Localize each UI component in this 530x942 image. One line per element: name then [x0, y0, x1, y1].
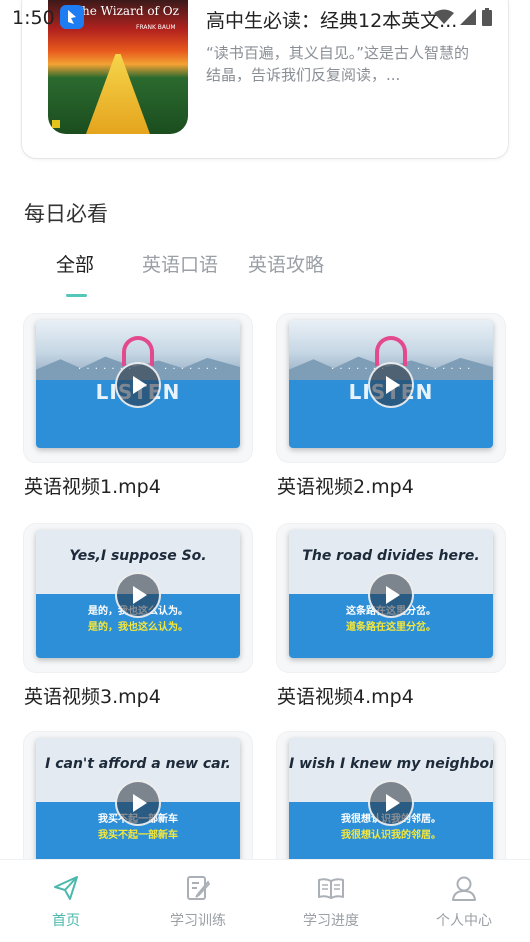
bottom-nav: 首页 学习训练 学习进度 个人中心 [0, 860, 530, 942]
app-notification-icon [60, 5, 84, 29]
cover-badge [52, 120, 60, 128]
wifi-icon [434, 9, 454, 24]
thumbnail-screen: The road divides here. 这条路在这里分岔。 道条路在这里分… [289, 530, 493, 658]
play-icon[interactable] [115, 572, 161, 618]
thumbnail-chinese-line-2: 我买不起一部新车 [98, 830, 178, 841]
thumbnail-screen: · · · · · · · · · · · · · · LISTEN [36, 320, 240, 448]
book-cover-author: FRANK BAUM [136, 24, 176, 31]
thumbnail-chinese-line-2: 道条路在这里分岔。 [346, 622, 436, 633]
nav-home-label: 首页 [52, 913, 80, 929]
thumbnail-screen: I wish I knew my neighbor. 我很想认识我的邻居。 我很… [289, 738, 493, 866]
thumbnail-screen: Yes,I suppose So. 是的，我也这么认为。 是的，我也这么认为。 [36, 530, 240, 658]
tab-active-indicator [66, 294, 87, 297]
status-time: 1:50 [12, 7, 55, 29]
status-indicators [434, 8, 492, 26]
thumbnail-chinese-line-2: 我很想认识我的邻居。 [341, 830, 441, 841]
play-icon[interactable] [368, 572, 414, 618]
paper-plane-icon [54, 876, 78, 900]
video-thumbnail[interactable]: · · · · · · · · · · · · · · LISTEN [277, 314, 505, 462]
play-icon[interactable] [368, 780, 414, 826]
video-name[interactable]: 英语视频4.mp4 [277, 682, 414, 709]
section-title: 每日必看 [24, 202, 108, 226]
thumbnail-chinese-line-2: 是的，我也这么认为。 [88, 622, 188, 633]
book-cover-title: The Wizard of Oz [74, 4, 179, 18]
signal-icon [460, 9, 476, 25]
thumbnail-screen: · · · · · · · · · · · · · · LISTEN [289, 320, 493, 448]
category-tabs: 全部 英语口语 英语攻略 [0, 250, 530, 300]
nav-home[interactable]: 首页 [11, 874, 121, 930]
video-thumbnail[interactable]: The road divides here. 这条路在这里分岔。 道条路在这里分… [277, 524, 505, 672]
nav-training[interactable]: 学习训练 [143, 874, 253, 930]
battery-icon [482, 8, 492, 26]
play-icon[interactable] [115, 780, 161, 826]
nav-profile-label: 个人中心 [436, 913, 492, 929]
video-thumbnail[interactable]: I wish I knew my neighbor. 我很想认识我的邻居。 我很… [277, 732, 505, 880]
user-icon [452, 876, 476, 901]
cover-road-graphic [86, 54, 150, 134]
video-name[interactable]: 英语视频2.mp4 [277, 472, 414, 499]
nav-progress[interactable]: 学习进度 [276, 874, 386, 930]
tab-english-guide[interactable]: 英语攻略 [248, 250, 324, 277]
book-description: “读书百遍，其义自见。”这是古人智慧的结晶，告诉我们反复阅读，... [206, 44, 470, 84]
nav-progress-label: 学习进度 [303, 913, 359, 929]
nav-training-label: 学习训练 [170, 913, 226, 929]
play-icon[interactable] [368, 362, 414, 408]
tab-all[interactable]: 全部 [56, 250, 94, 277]
play-icon[interactable] [115, 362, 161, 408]
video-name[interactable]: 英语视频1.mp4 [24, 472, 161, 499]
thumbnail-english-phrase: The road divides here. [302, 548, 480, 564]
edit-note-icon [187, 876, 211, 900]
video-thumbnail[interactable]: Yes,I suppose So. 是的，我也这么认为。 是的，我也这么认为。 [24, 524, 252, 672]
thumbnail-english-phrase: Yes,I suppose So. [69, 548, 207, 564]
open-book-icon [318, 878, 344, 899]
video-thumbnail[interactable]: · · · · · · · · · · · · · · LISTEN [24, 314, 252, 462]
nav-profile[interactable]: 个人中心 [409, 874, 519, 930]
thumbnail-screen: I can't afford a new car. 我买不起一部新车 我买不起一… [36, 738, 240, 866]
thumbnail-english-phrase: I can't afford a new car. [45, 756, 231, 772]
thumbnail-english-phrase: I wish I knew my neighbor. [289, 756, 493, 772]
video-thumbnail[interactable]: I can't afford a new car. 我买不起一部新车 我买不起一… [24, 732, 252, 880]
video-name[interactable]: 英语视频3.mp4 [24, 682, 161, 709]
tab-spoken-english[interactable]: 英语口语 [142, 250, 218, 277]
